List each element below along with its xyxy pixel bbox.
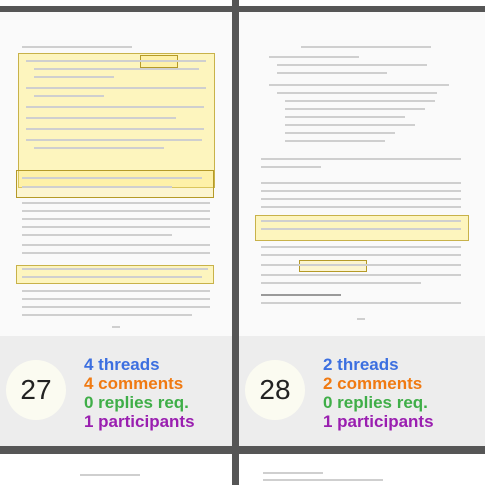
text-line: [22, 290, 210, 292]
comment-highlight[interactable]: [18, 53, 215, 188]
text-line: [22, 252, 210, 254]
text-line: [285, 116, 405, 118]
text-line: [261, 282, 421, 284]
page-thumbnail-next-left[interactable]: [0, 454, 232, 485]
thumbnail-cell-top-right-partial[interactable]: [239, 0, 485, 6]
comments-count: 2 comments: [323, 374, 423, 393]
text-line: [34, 95, 104, 97]
text-line: [261, 206, 461, 208]
text-line: [285, 140, 385, 142]
page-thumbnail-28[interactable]: 28 2 threads 2 comments 0 replies req. 1…: [239, 12, 485, 446]
text-line: [26, 117, 176, 119]
text-line: [22, 202, 210, 204]
text-line: [261, 220, 461, 222]
page-number-badge: 27: [6, 360, 66, 420]
text-line: [34, 147, 164, 149]
text-line: [22, 244, 210, 246]
text-line: [261, 198, 461, 200]
text-line: [261, 264, 461, 266]
participants-count: 1 participants: [323, 412, 434, 431]
text-line: [277, 92, 437, 94]
page-preview-27: [0, 12, 232, 336]
page-stats-panel: 27 4 threads 4 comments 0 replies req. 1…: [0, 336, 232, 446]
text-line: [261, 254, 461, 256]
text-line: [261, 302, 461, 304]
text-line: [22, 298, 210, 300]
text-line: [22, 226, 210, 228]
page-number: 27: [20, 374, 52, 405]
text-line: [285, 108, 425, 110]
comment-anchor[interactable]: [16, 170, 214, 198]
text-line: [22, 234, 172, 236]
thumbnail-cell-top-left-partial[interactable]: [0, 0, 232, 6]
replies-required-count: 0 replies req.: [323, 393, 428, 412]
text-line: [277, 64, 427, 66]
text-line: [34, 68, 199, 70]
text-line: [285, 132, 395, 134]
text-line: [277, 72, 387, 74]
text-line: [261, 166, 321, 168]
text-line: [261, 190, 461, 192]
page-preview-28: [239, 12, 485, 336]
text-line: [22, 210, 210, 212]
text-line: [26, 87, 206, 89]
text-line: [301, 46, 431, 48]
comments-count: 4 comments: [84, 374, 184, 393]
text-line: [22, 218, 210, 220]
text-line: [22, 276, 202, 278]
page-stats-panel: 28 2 threads 2 comments 0 replies req. 1…: [239, 336, 485, 446]
text-line: [263, 472, 323, 474]
text-line: [261, 228, 461, 230]
text-line: [261, 182, 461, 184]
text-line: [261, 274, 461, 276]
text-line: [26, 60, 206, 62]
text-line: [80, 474, 140, 476]
text-line: [22, 306, 210, 308]
text-line: [34, 76, 114, 78]
replies-required-count: 0 replies req.: [84, 393, 189, 412]
page-thumbnail-next-right[interactable]: [239, 454, 485, 485]
text-line: [22, 46, 132, 48]
text-line: [26, 106, 204, 108]
text-line: [269, 56, 359, 58]
text-line: [285, 100, 435, 102]
page-thumbnail-27[interactable]: 27 4 threads 4 comments 0 replies req. 1…: [0, 12, 232, 446]
text-line: [269, 84, 449, 86]
text-line: [261, 246, 461, 248]
footnote-rule: [261, 294, 341, 296]
page-number-badge: 28: [245, 360, 305, 420]
text-line: [22, 177, 202, 179]
participants-count: 1 participants: [84, 412, 195, 431]
text-line: [26, 139, 202, 141]
page-number: 28: [259, 374, 291, 405]
text-line: [22, 268, 208, 270]
text-line: [261, 158, 461, 160]
page-footer-mark: [357, 318, 365, 320]
page-footer-mark: [112, 326, 120, 328]
threads-count: 4 threads: [84, 355, 160, 374]
threads-count: 2 threads: [323, 355, 399, 374]
comment-anchor[interactable]: [299, 260, 367, 272]
text-line: [263, 479, 383, 481]
text-line: [22, 314, 192, 316]
text-line: [285, 124, 415, 126]
text-line: [26, 128, 204, 130]
text-line: [22, 186, 172, 188]
